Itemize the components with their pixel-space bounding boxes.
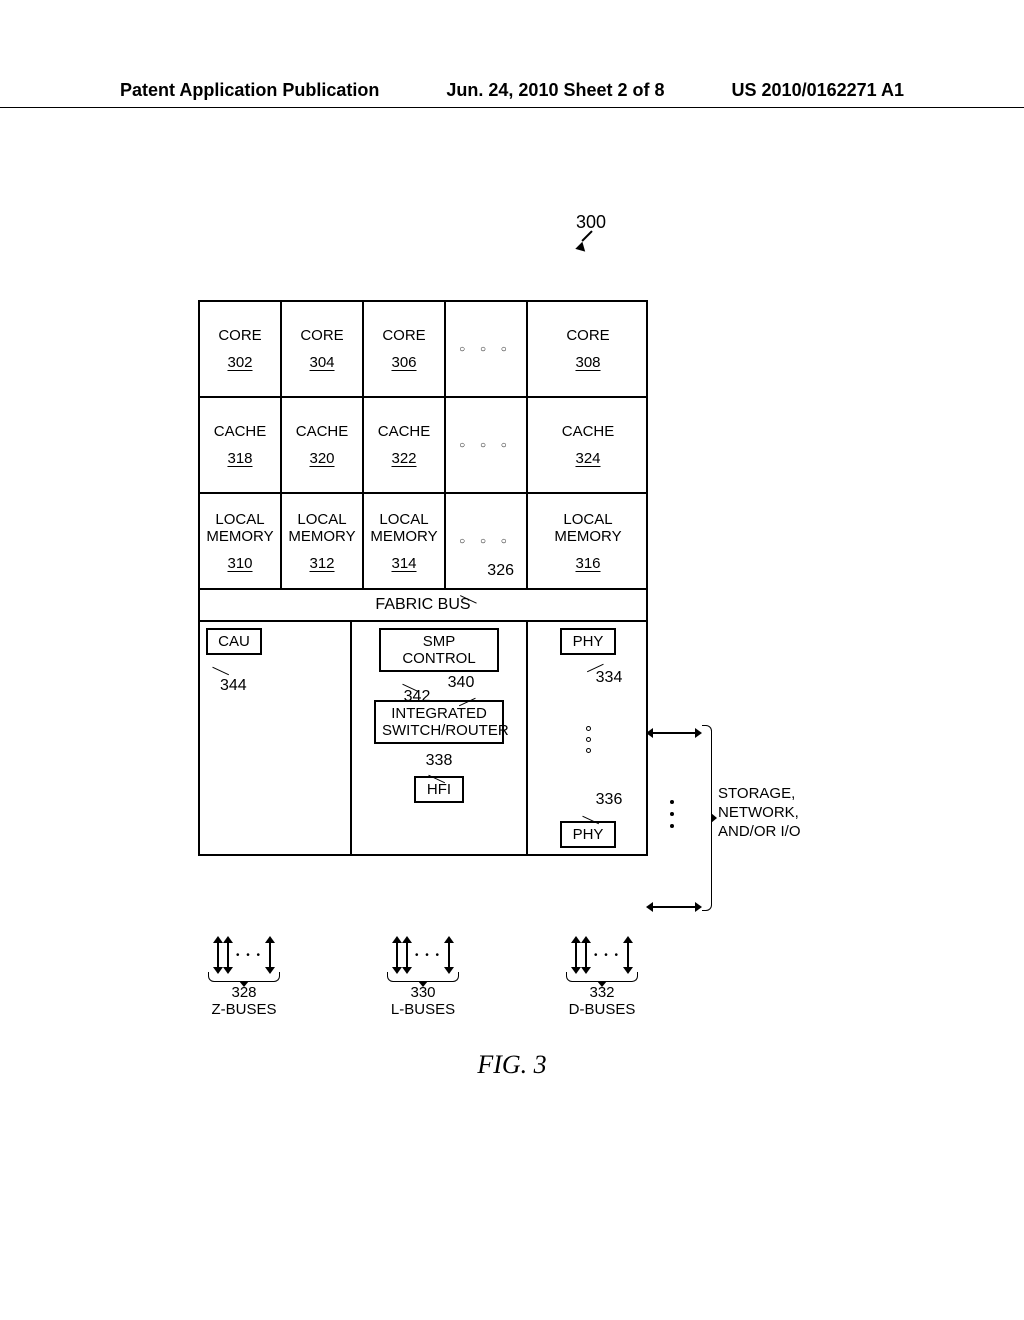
cache-320: CACHE320	[282, 398, 364, 492]
fabric-bus: FABRIC BUS 326	[200, 590, 646, 622]
ref-300-leader	[580, 232, 594, 246]
core-308: CORE308	[528, 302, 648, 396]
memory-row: LOCAL MEMORY310 LOCAL MEMORY312 LOCAL ME…	[200, 494, 646, 590]
col-cau: CAU 344	[200, 622, 352, 854]
ext-label: STORAGE, NETWORK, AND/OR I/O	[718, 785, 801, 841]
phy-ellipsis	[586, 726, 591, 753]
figure-caption: FIG. 3	[0, 1050, 1024, 1080]
mem-316: LOCAL MEMORY316	[528, 494, 648, 588]
l-buses: • • • 330 L-BUSES	[387, 940, 459, 1018]
phy-top-box: PHY	[560, 628, 616, 655]
chip-diagram: CORE302 CORE304 CORE306 ○ ○ ○ CORE308 CA…	[198, 300, 648, 856]
cache-318: CACHE318	[200, 398, 282, 492]
cache-324: CACHE324	[528, 398, 648, 492]
core-302: CORE302	[200, 302, 282, 396]
ref-344: 344	[220, 677, 344, 695]
d-buses: • • • 332 D-BUSES	[566, 940, 638, 1018]
page-header: Patent Application Publication Jun. 24, …	[0, 80, 1024, 108]
cache-row: CACHE318 CACHE320 CACHE322 ○ ○ ○ CACHE32…	[200, 398, 646, 494]
isr-box: INTEGRATED SWITCH/ROUTER	[374, 700, 504, 744]
core-ellipsis: ○ ○ ○	[446, 302, 528, 396]
core-304: CORE304	[282, 302, 364, 396]
bottom-section: CAU 344 SMP CONTROL 340 342 INTEGRATED S…	[200, 622, 646, 854]
cache-322: CACHE322	[364, 398, 446, 492]
mem-314: LOCAL MEMORY314	[364, 494, 446, 588]
buses: • • • 328 Z-BUSES • • • 330 L-BUSES • • …	[198, 940, 648, 1018]
header-center: Jun. 24, 2010 Sheet 2 of 8	[446, 80, 664, 101]
ref-326: 326	[487, 562, 514, 580]
core-306: CORE306	[364, 302, 446, 396]
phy-top-arrow	[652, 732, 696, 734]
col-mid: SMP CONTROL 340 342 INTEGRATED SWITCH/RO…	[352, 622, 528, 854]
core-row: CORE302 CORE304 CORE306 ○ ○ ○ CORE308	[200, 302, 646, 398]
col-phy: PHY 334 336 PHY	[528, 622, 648, 854]
cau-box: CAU	[206, 628, 262, 655]
ext-brace	[702, 725, 712, 911]
header-right: US 2010/0162271 A1	[732, 80, 904, 101]
phy-bot-box: PHY	[560, 821, 616, 848]
header-left: Patent Application Publication	[120, 80, 379, 101]
z-buses: • • • 328 Z-BUSES	[208, 940, 280, 1018]
ref-334: 334	[596, 669, 623, 687]
ref-336: 336	[596, 791, 623, 809]
cache-ellipsis: ○ ○ ○	[446, 398, 528, 492]
ext-ellipsis	[670, 800, 674, 828]
smp-box: SMP CONTROL	[379, 628, 499, 672]
mem-310: LOCAL MEMORY310	[200, 494, 282, 588]
phy-bot-arrow	[652, 906, 696, 908]
mem-312: LOCAL MEMORY312	[282, 494, 364, 588]
